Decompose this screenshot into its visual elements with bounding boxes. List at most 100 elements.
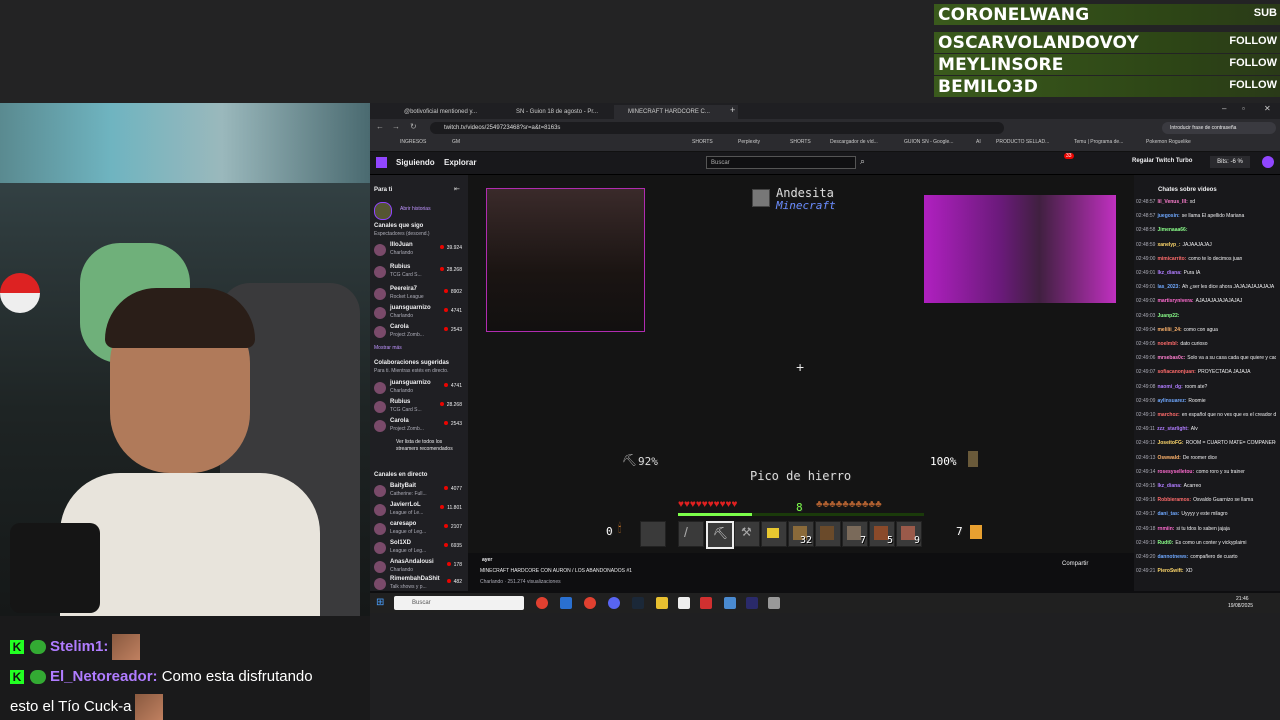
bookmark[interactable]: PRODUCTO SELLAD... [996,139,1049,145]
chat-username[interactable]: mimicarrito: [1157,256,1186,262]
hotbar-slot[interactable]: 7 [842,521,868,547]
hotbar-slot[interactable]: / [678,521,704,547]
app-icon[interactable] [584,597,596,609]
sidebar-channel[interactable]: JavierrLoL League of Le... 11.801 [370,501,468,521]
obs-icon[interactable] [746,597,758,609]
chat-username[interactable]: lkz_diana: [1157,483,1181,489]
bookmark[interactable]: Temu | Programa de... [1074,139,1123,145]
discord-icon[interactable] [608,597,620,609]
hotbar-slot[interactable]: ⚒ [734,521,760,547]
tab-1[interactable]: @botivoficial mentioned y... [390,105,514,119]
bookmark[interactable]: Descargador de víd... [830,139,878,145]
bookmark[interactable]: GUION SN - Google... [904,139,953,145]
sidebar-channel[interactable]: BaityBait Catherine: Full... 4077 [370,482,468,502]
sidebar-channel[interactable]: Sol1XD League of Leg... 6935 [370,539,468,559]
close-icon[interactable]: ✕ [1264,104,1271,113]
chat-username[interactable]: zzz_starlight: [1157,426,1189,432]
bookmark[interactable]: Perplexity [738,139,760,145]
app-icon[interactable] [724,597,736,609]
chat-username[interactable]: naomi_dg: [1157,384,1182,390]
tab-active[interactable]: MINECRAFT HARDCORE C... [614,105,738,119]
new-tab-icon[interactable]: + [730,105,735,115]
search-icon[interactable]: ⌕ [860,156,865,167]
chat-username[interactable]: sofiacanonjuan: [1157,369,1195,375]
twitch-logo-icon[interactable] [376,157,387,168]
back-icon[interactable]: ← [376,122,384,131]
bookmark[interactable]: SHORTS [692,139,713,145]
chat-username[interactable]: Rudt0: [1157,540,1173,546]
sidebar-channel[interactable]: Peereira7 Rocket League 8902 [370,285,468,305]
sidebar-channel[interactable]: Rubius TCG Card S... 28.268 [370,263,468,283]
see-all-streamers-link[interactable]: Ver lista de todos los streamers recomen… [396,439,456,453]
video-player[interactable]: Andesita Minecraft + ⛏ 92% Pico de hierr… [468,175,1134,553]
sidebar-channel[interactable]: RimembahDaShit Talk shows y p... 482 [370,575,468,595]
avatar[interactable] [1262,156,1274,168]
app-icon[interactable] [768,597,780,609]
chat-username[interactable]: las_2023: [1157,284,1180,290]
chat-username[interactable]: xanelyp_: [1157,242,1180,248]
chat-username[interactable]: juegosin: [1157,213,1179,219]
chat-username[interactable]: Jimenaaa66: [1157,227,1187,233]
forward-icon[interactable]: → [392,122,400,131]
reload-icon[interactable]: ↻ [410,122,417,131]
sidebar-channel[interactable]: juansguarnizo Charlando 4741 [370,379,468,399]
search-input[interactable]: Buscar [706,156,856,169]
sidebar-channel[interactable]: Carola Project Zomb... 2543 [370,417,468,437]
chat-username[interactable]: PieroSwift: [1157,568,1183,574]
nav-following[interactable]: Siguiendo [396,158,435,167]
chat-username[interactable]: lil_Venus_lll: [1157,199,1187,205]
hotbar-slot[interactable] [761,521,787,547]
chat-username[interactable]: dannotnews: [1157,554,1188,560]
tab-2[interactable]: SN - Guion 18 de agosto - Pr... [502,105,626,119]
minimize-icon[interactable]: – [1222,104,1226,113]
chat-username[interactable]: mrsebas0c: [1157,355,1185,361]
url-input[interactable]: twitch.tv/videos/2549723468?sr=a&t=8163s [430,122,1004,134]
hotbar-slot[interactable]: 5 [869,521,895,547]
maximize-icon[interactable]: ▫ [1242,104,1245,113]
chat-username[interactable]: noelmbl: [1157,341,1178,347]
folder-icon[interactable] [656,597,668,609]
chat-username[interactable]: aylinsuarez: [1157,398,1186,404]
turbo-button[interactable]: Regalar Twitch Turbo [1132,158,1192,164]
chat-username[interactable]: Juanp22: [1157,313,1179,319]
bits-button[interactable]: Bits: -6 % [1210,156,1250,168]
sidebar-channel[interactable]: Carola Project Zomb... 2543 [370,323,468,343]
bookmark[interactable]: INGRESOS [400,139,426,145]
password-prompt[interactable]: Introducir frase de contraseña [1162,122,1276,134]
chrome-icon[interactable] [536,597,548,609]
chat-username[interactable]: martisrynivera: [1157,298,1193,304]
hotbar-slot[interactable]: 9 [896,521,922,547]
show-more-link[interactable]: Mostrar más [374,345,402,351]
taskbar-search-input[interactable]: Buscar [394,596,524,610]
sidebar-channel[interactable]: Rubius TCG Card S... 28.268 [370,398,468,418]
stories-link[interactable]: Abrir historias [400,206,431,212]
bookmark[interactable]: AI [976,139,981,145]
collapse-icon[interactable]: ⇤ [454,185,460,193]
sidebar-channel[interactable]: juansguarnizo Charlando 4741 [370,304,468,324]
notepad-icon[interactable] [678,597,690,609]
steam-icon[interactable] [632,597,644,609]
share-button[interactable]: Compartir [1062,561,1088,567]
brave-icon[interactable] [700,597,712,609]
chat-username[interactable]: rosesyselletou: [1157,469,1194,475]
bookmark[interactable]: Pokemon Roguelike [1146,139,1191,145]
chat-username[interactable]: Oswwald: [1157,455,1180,461]
followed-sort[interactable]: Espectadores (descend.) [374,231,430,237]
offhand-slot[interactable] [640,521,666,547]
chat-username[interactable]: lkz_diana: [1157,270,1181,276]
windows-start-icon[interactable]: ⊞ [376,597,384,608]
bookmark[interactable]: SHORTS [790,139,811,145]
bookmark[interactable]: GM [452,139,460,145]
hotbar-slot[interactable]: 32 [788,521,814,547]
sidebar-channel[interactable]: IlloJuan Charlando 39.924 [370,241,468,261]
chat-username[interactable]: rnmiin: [1157,526,1174,532]
stories-avatar[interactable] [374,202,392,220]
nav-explore[interactable]: Explorar [444,158,476,167]
sidebar-channel[interactable]: caresapo League of Leg... 2107 [370,520,468,540]
hotbar-slot[interactable] [815,521,841,547]
chat-username[interactable]: marchoz: [1157,412,1179,418]
chat-username[interactable]: Robbieramos: [1157,497,1191,503]
chat-username[interactable]: JoseitoFG: [1157,440,1183,446]
chat-username[interactable]: melilii_24: [1157,327,1181,333]
app-icon[interactable] [560,597,572,609]
